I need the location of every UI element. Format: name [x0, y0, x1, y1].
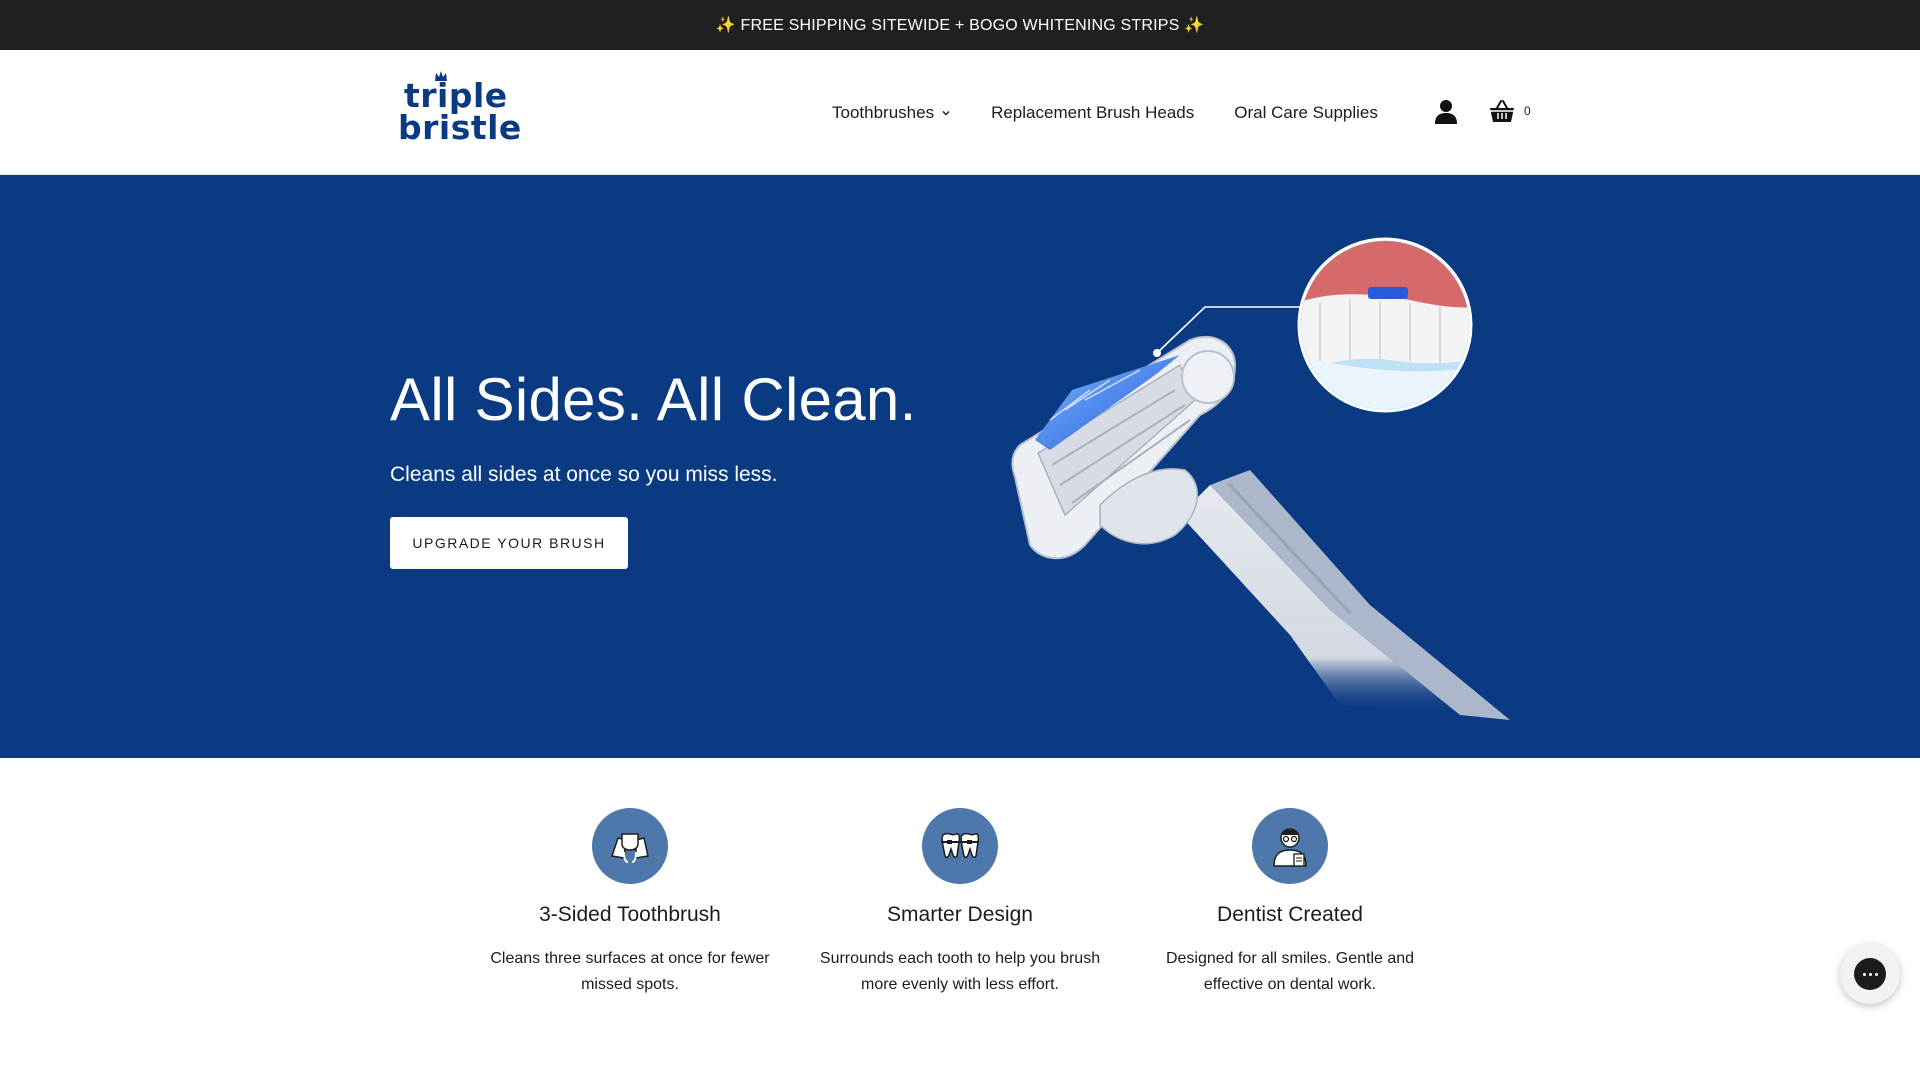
nav-item-oral-care-supplies[interactable]: Oral Care Supplies [1234, 103, 1378, 123]
chat-button[interactable] [1840, 944, 1900, 1004]
nav-item-toothbrushes[interactable]: Toothbrushes [832, 103, 951, 123]
nav-item-label: Replacement Brush Heads [991, 102, 1195, 122]
chevron-down-icon [942, 110, 950, 115]
main-nav: Toothbrushes Replacement Brush Heads Ora… [832, 50, 1418, 175]
hero-title: All Sides. All Clean. [390, 366, 917, 433]
feature-text: Cleans three surfaces at once for fewer … [490, 950, 770, 993]
feature-dentist-created: Dentist Created Designed for all smiles.… [1140, 808, 1440, 998]
chat-icon [1854, 958, 1886, 990]
logo-line2: bristle [398, 108, 522, 147]
nav-item-replacement-brush-heads[interactable]: Replacement Brush Heads [991, 103, 1194, 123]
feature-text: Surrounds each tooth to help you brush m… [819, 950, 1101, 993]
logo[interactable]: triple bristle [398, 71, 521, 152]
feature-smarter-design: Smarter Design Surrounds each tooth to h… [810, 808, 1110, 998]
cart-button[interactable]: 0 [1489, 99, 1531, 123]
feature-title: Dentist Created [1217, 903, 1363, 926]
feature-text: Designed for all smiles. Gentle and effe… [1165, 950, 1415, 993]
three-sided-brush-icon [592, 808, 668, 884]
toothbrush-illustration [1011, 237, 1510, 720]
user-icon[interactable] [1434, 99, 1458, 125]
announcement-text: ✨ FREE SHIPPING SITEWIDE + BOGO WHITENIN… [715, 17, 1205, 34]
dentist-icon [1252, 808, 1328, 884]
feature-title: Smarter Design [887, 903, 1033, 926]
hero-banner: All Sides. All Clean. Cleans all sides a… [0, 175, 1920, 758]
site-header: triple bristle Toothbrushes Replacement … [0, 50, 1920, 175]
feature-title: 3-Sided Toothbrush [539, 903, 721, 926]
teeth-braces-icon [922, 808, 998, 884]
features-section: 3-Sided Toothbrush Cleans three surfaces… [0, 758, 1920, 1080]
nav-item-label: Oral Care Supplies [1234, 102, 1378, 122]
basket-icon [1490, 100, 1514, 122]
upgrade-your-brush-button[interactable]: UPGRADE YOUR BRUSH [390, 517, 628, 569]
nav-item-label: Toothbrushes [832, 102, 935, 122]
hero-subtitle: Cleans all sides at once so you miss les… [390, 463, 778, 486]
announcement-bar: ✨ FREE SHIPPING SITEWIDE + BOGO WHITENIN… [0, 0, 1920, 50]
feature-3-sided: 3-Sided Toothbrush Cleans three surfaces… [480, 808, 780, 998]
cart-count: 0 [1524, 104, 1531, 118]
